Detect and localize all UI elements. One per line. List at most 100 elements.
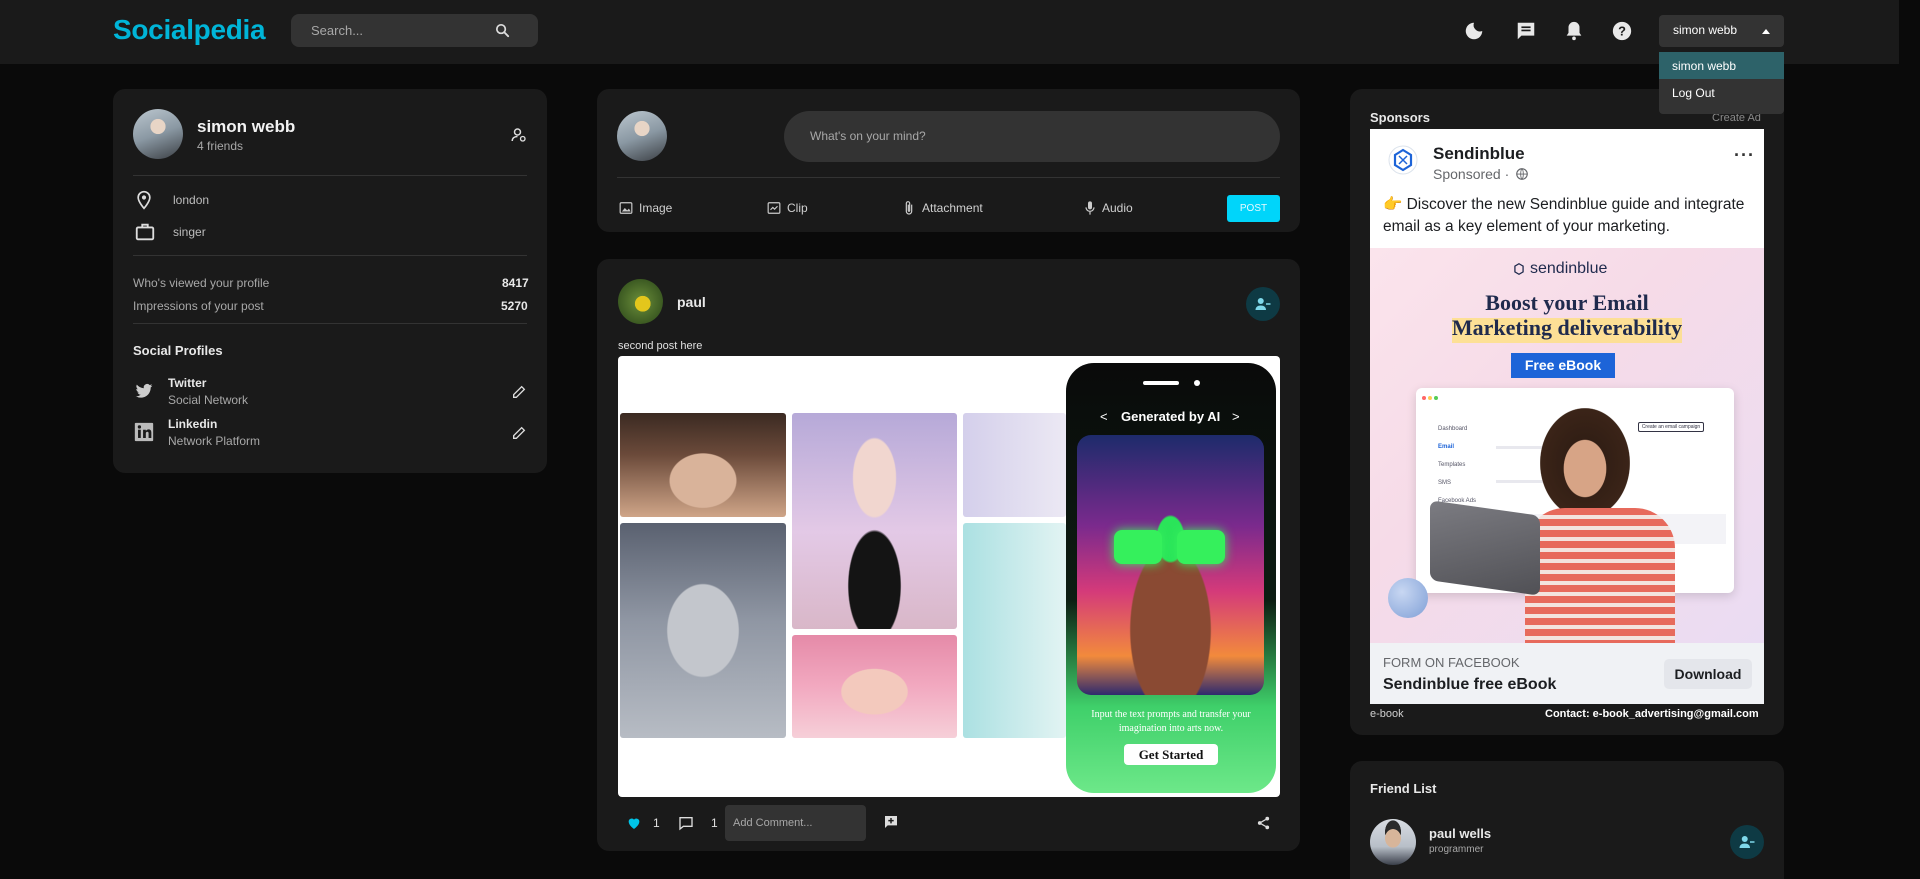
heart-icon[interactable] [626, 815, 642, 831]
comment-count: 1 [711, 816, 718, 830]
ad-model-head [1540, 408, 1630, 518]
social-sub-linkedin: Network Platform [168, 434, 261, 448]
message-icon[interactable] [1515, 20, 1537, 42]
impressions-label: Impressions of your post [133, 299, 264, 313]
form-label: FORM ON FACEBOOK [1383, 655, 1520, 670]
comment-icon[interactable] [678, 815, 694, 831]
person-remove-icon [1739, 836, 1755, 848]
ai-art-tile [792, 635, 957, 738]
post-input-placeholder: What's on your mind? [810, 129, 926, 143]
search-icon[interactable] [494, 22, 511, 39]
post-composer: What's on your mind? Image Clip Attachme… [597, 89, 1300, 232]
more-options-icon: ··· [1734, 145, 1755, 165]
get-started-button: Get Started [1124, 744, 1218, 765]
impressions-value: 5270 [501, 299, 528, 313]
ai-prompt-text: Input the text prompts and transfer your… [1091, 709, 1251, 734]
social-sub-twitter: Social Network [168, 393, 249, 407]
like-count: 1 [653, 816, 660, 830]
top-navbar: Socialpedia ? simon webb [0, 0, 1899, 64]
svg-text:?: ? [1618, 24, 1626, 39]
mock-create-campaign-button: Create an email campaign [1638, 422, 1704, 432]
friend-avatar[interactable] [1370, 819, 1416, 865]
profile-name[interactable]: simon webb [197, 117, 295, 137]
advertiser-name: Sendinblue [1433, 144, 1525, 163]
composer-audio-button[interactable]: Audio [1102, 201, 1133, 215]
ai-art-tile [963, 523, 1066, 738]
ad-footer: FORM ON FACEBOOK Sendinblue free eBook D… [1370, 643, 1764, 704]
ad-laptop [1430, 500, 1540, 596]
image-icon[interactable] [619, 201, 633, 215]
ai-art-tile [620, 413, 786, 517]
generated-by-ai-title: Generated by AI [1121, 409, 1221, 424]
profile-location: london [173, 193, 210, 207]
sponsored-label: Sponsored · [1433, 166, 1510, 182]
menu-option-user[interactable]: simon webb [1659, 52, 1784, 79]
social-name-linkedin: Linkedin [168, 417, 218, 431]
mock-menu-item: Email [1438, 444, 1455, 450]
manage-account-icon[interactable] [510, 126, 528, 144]
person-remove-icon [1255, 298, 1271, 310]
carousel-prev: < [1100, 409, 1108, 424]
social-profiles-title: Social Profiles [133, 343, 223, 358]
ai-art-tile [620, 523, 786, 738]
post-input[interactable]: What's on your mind? [784, 111, 1280, 162]
profile-avatar[interactable] [133, 109, 183, 159]
friend-name[interactable]: paul wells [1429, 826, 1491, 841]
edit-linkedin-icon[interactable] [511, 425, 527, 441]
post-author-name[interactable]: paul [677, 294, 706, 310]
sponsor-ad[interactable]: Sendinblue Sponsored · ··· 👉 Discover th… [1370, 129, 1764, 704]
ad-body-text: 👉 Discover the new Sendinblue guide and … [1383, 196, 1745, 235]
composer-avatar [617, 111, 667, 161]
viewed-profile-value: 8417 [502, 276, 529, 290]
comment-input[interactable]: Add Comment... [725, 805, 866, 841]
ad-headline-2: Marketing deliverability [1451, 315, 1683, 340]
sendinblue-small-logo-icon [1514, 263, 1524, 275]
edit-twitter-icon[interactable] [511, 384, 527, 400]
app-logo[interactable]: Socialpedia [113, 14, 266, 46]
mock-menu-item: Templates [1438, 462, 1466, 468]
linkedin-icon [134, 422, 154, 442]
search-input[interactable] [311, 14, 491, 47]
notification-bell-icon[interactable] [1563, 20, 1585, 42]
ad-headline-1: Boost your Email [1485, 290, 1649, 315]
friend-remove-button[interactable] [1730, 825, 1764, 859]
user-select[interactable]: simon webb [1659, 15, 1784, 47]
download-button[interactable]: Download [1664, 659, 1752, 689]
location-icon [137, 190, 151, 210]
user-select-label: simon webb [1673, 23, 1738, 37]
help-icon[interactable]: ? [1611, 20, 1633, 42]
search-box[interactable] [291, 14, 538, 47]
briefcase-icon [135, 223, 155, 241]
attachment-icon[interactable] [903, 200, 915, 216]
post-button[interactable]: POST [1227, 195, 1280, 222]
free-ebook-badge: Free eBook [1511, 353, 1615, 378]
ai-art-tile [792, 413, 957, 629]
post-author-avatar[interactable] [618, 279, 663, 324]
dark-mode-icon[interactable] [1463, 20, 1485, 42]
phone-mockup: < Generated by AI > Input the text promp… [1066, 363, 1276, 793]
microphone-icon[interactable] [1084, 200, 1096, 216]
post-caption: second post here [618, 340, 703, 352]
carousel-next: > [1232, 409, 1240, 424]
post-image[interactable]: < Generated by AI > Input the text promp… [618, 356, 1280, 797]
viewed-profile-label: Who's viewed your profile [133, 276, 270, 290]
composer-clip-button[interactable]: Clip [787, 201, 808, 215]
share-icon[interactable] [1256, 815, 1271, 831]
caret-up-icon [1762, 29, 1770, 34]
profile-friends-count: 4 friends [197, 139, 244, 153]
remove-friend-button[interactable] [1246, 287, 1280, 321]
friend-role: programmer [1429, 844, 1484, 855]
comment-input-placeholder: Add Comment... [733, 817, 813, 829]
social-name-twitter: Twitter [168, 376, 207, 390]
menu-option-logout[interactable]: Log Out [1659, 79, 1784, 106]
mock-menu-item: Dashboard [1438, 426, 1468, 432]
friend-list-card: Friend List paul wells programmer [1350, 761, 1784, 879]
ai-art-tile [963, 413, 1066, 517]
composer-image-button[interactable]: Image [639, 201, 672, 215]
ai-portrait [1077, 435, 1264, 695]
composer-attachment-button[interactable]: Attachment [922, 201, 983, 215]
ad-type: e-book [1370, 708, 1404, 720]
add-comment-icon[interactable] [883, 814, 899, 830]
sendinblue-logo-icon [1388, 145, 1418, 175]
clip-icon[interactable] [767, 201, 781, 215]
